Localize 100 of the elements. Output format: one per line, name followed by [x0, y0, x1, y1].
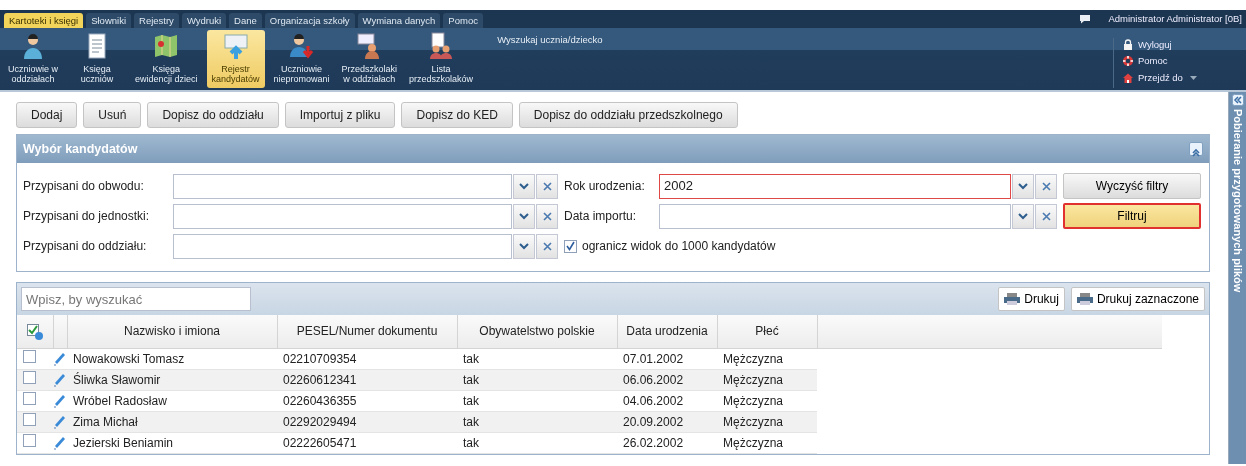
menu-tab[interactable]: Słowniki — [86, 13, 132, 28]
field-label: Data importu: — [564, 208, 638, 225]
toolbar-button[interactable]: Usuń — [83, 102, 142, 128]
edit-icon[interactable] — [53, 394, 67, 409]
board-icon — [221, 32, 250, 60]
toolbar-button[interactable]: Dopisz do oddziału przedszkolnego — [518, 102, 738, 128]
dropdown-button[interactable] — [513, 173, 535, 199]
edit-icon[interactable] — [53, 436, 67, 451]
combo-field[interactable]: 2002 — [659, 173, 1011, 199]
expand-icon[interactable] — [1231, 94, 1244, 106]
search-field[interactable]: Wpisz, by wyszukać — [21, 287, 251, 311]
checkbox[interactable] — [564, 239, 577, 253]
menu-tab[interactable]: Kartoteki i księgi — [4, 13, 84, 28]
chat-icon[interactable] — [1079, 14, 1092, 24]
close-icon — [542, 241, 552, 251]
menu-tab[interactable]: Rejestry — [134, 13, 179, 28]
table-cell: 20.09.2002 — [623, 414, 684, 429]
dropdown-button[interactable] — [1012, 173, 1034, 199]
close-icon — [1041, 211, 1051, 221]
combo-field[interactable] — [173, 173, 512, 199]
row-checkbox[interactable] — [23, 370, 36, 384]
side-panel-title: Pobieranie przygotowanych plików — [1230, 109, 1245, 293]
print-button[interactable]: Drukuj zaznaczone — [1070, 287, 1205, 311]
table-cell: tak — [463, 393, 479, 408]
dropdown-button[interactable] — [1012, 203, 1034, 229]
menu-tab[interactable]: Wymiana danych — [357, 13, 441, 28]
select-all-icon[interactable] — [26, 324, 43, 341]
close-icon — [542, 211, 552, 221]
table-cell: 02260612341 — [283, 372, 357, 387]
search-link[interactable]: Wyszukaj ucznia/dziecko — [497, 33, 603, 88]
table-cell: tak — [463, 435, 479, 450]
print-button[interactable]: Drukuj — [998, 287, 1065, 311]
edit-icon[interactable] — [53, 373, 67, 388]
clear-button[interactable] — [1035, 173, 1057, 199]
menu-tab[interactable]: Dane — [229, 13, 262, 28]
combo-field[interactable] — [659, 203, 1011, 229]
clear-button[interactable] — [1035, 203, 1057, 229]
table-cell: 02222605471 — [283, 435, 357, 450]
table-cell: Mężczyzna — [723, 351, 784, 366]
ribbon-button[interactable]: Księga uczniów — [68, 30, 126, 88]
ribbon-button[interactable]: Uczniowie w oddziałach — [4, 30, 62, 88]
table-cell: 06.06.2002 — [623, 372, 684, 387]
table-cell: 02292029494 — [283, 414, 357, 429]
row-checkbox[interactable] — [23, 412, 36, 426]
filter-button[interactable]: Filtruj — [1063, 203, 1201, 229]
table-cell: 02260436355 — [283, 393, 357, 408]
ribbon-button[interactable]: Rejestr kandydatów — [206, 30, 265, 88]
table-cell: Zima Michał — [73, 414, 138, 429]
person-icon — [287, 32, 316, 60]
chevron-down-icon — [519, 212, 529, 220]
table-cell: Jezierski Beniamin — [73, 435, 174, 450]
row-checkbox[interactable] — [23, 349, 36, 363]
ribbon-button[interactable]: Uczniowie niepromowani — [270, 30, 333, 88]
edit-icon[interactable] — [53, 415, 67, 430]
toolbar-button[interactable]: Dopisz do oddziału — [147, 102, 279, 128]
clear-button[interactable] — [536, 233, 558, 259]
column-header[interactable]: Płeć — [755, 324, 779, 339]
field-label: Przypisani do obwodu: — [23, 178, 145, 195]
ribbon-button[interactable]: Lista przedszkolaków — [406, 30, 477, 88]
user-menu-item[interactable]: Pomoc — [1122, 54, 1238, 69]
ribbon-button[interactable]: Przedszkolaki w oddziałach — [338, 30, 401, 88]
table-cell: Mężczyzna — [723, 435, 784, 450]
chevron-down-icon — [1018, 182, 1028, 190]
row-checkbox[interactable] — [23, 433, 36, 447]
row-checkbox[interactable] — [23, 391, 36, 405]
filter-button[interactable]: Wyczyść filtry — [1063, 173, 1201, 199]
table-cell: tak — [463, 372, 479, 387]
table-cell: Mężczyzna — [723, 393, 784, 408]
table-cell: 26.02.2002 — [623, 435, 684, 450]
menu-tab[interactable]: Pomoc — [443, 13, 483, 28]
toolbar-button[interactable]: Dodaj — [16, 102, 78, 128]
table-cell: 02210709354 — [283, 351, 357, 366]
field-label: Przypisani do jednostki: — [23, 208, 151, 225]
dropdown-button[interactable] — [513, 233, 535, 259]
ribbon-button[interactable]: Księga ewidencji dzieci — [132, 30, 201, 88]
table-cell: tak — [463, 351, 479, 366]
close-icon — [542, 181, 552, 191]
panel-title: Wybór kandydatów — [23, 140, 138, 158]
printer-icon — [1004, 293, 1021, 305]
home-icon — [1122, 71, 1134, 84]
user-menu-item[interactable]: Wyloguj — [1122, 38, 1238, 53]
user-menu-item[interactable]: Przejdź do — [1122, 70, 1238, 85]
combo-field[interactable] — [173, 233, 512, 259]
clear-button[interactable] — [536, 173, 558, 199]
toolbar-button[interactable]: Importuj z pliku — [284, 102, 396, 128]
clear-button[interactable] — [536, 203, 558, 229]
edit-icon[interactable] — [53, 352, 67, 367]
chevron-down-icon — [519, 182, 529, 190]
menu-tab[interactable]: Organizacja szkoły — [264, 13, 355, 28]
collapse-icon[interactable] — [1189, 142, 1203, 156]
combo-field[interactable] — [173, 203, 512, 229]
table-cell: tak — [463, 414, 479, 429]
field-label: Przypisani do oddziału: — [23, 238, 148, 255]
toolbar-button[interactable]: Dopisz do KED — [401, 102, 513, 128]
lifebuoy-icon — [1122, 55, 1134, 68]
menu-tab[interactable]: Wydruki — [181, 13, 227, 28]
printer-icon — [1076, 293, 1093, 305]
lock-icon — [1122, 39, 1134, 52]
close-icon — [1041, 181, 1051, 191]
dropdown-button[interactable] — [513, 203, 535, 229]
